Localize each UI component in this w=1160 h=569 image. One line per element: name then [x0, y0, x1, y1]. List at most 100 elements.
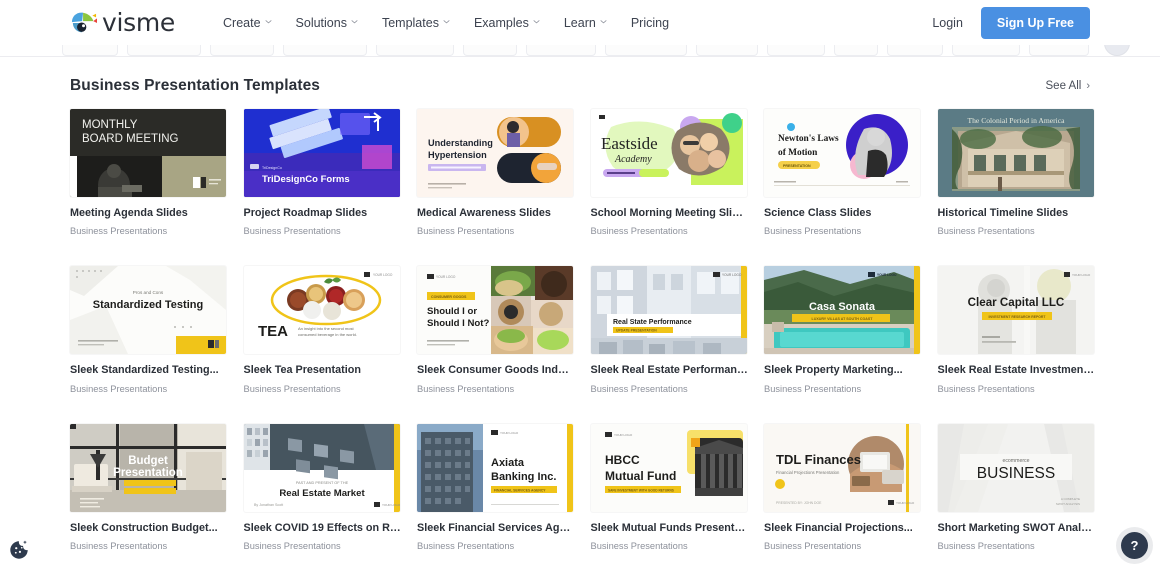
thumb-should-i-or-should-i-not: YOUR LOGO CONSUMER GOODS Should I or Sho…	[417, 266, 573, 354]
template-category: Business Presentations	[938, 226, 1096, 236]
svg-text:Banking Inc.: Banking Inc.	[491, 471, 556, 483]
brand-logo[interactable]: visme	[70, 0, 175, 45]
nav-item-pricing[interactable]: Pricing	[619, 10, 681, 36]
main-nav: Create Solutions Templates Examples Lear…	[211, 10, 681, 36]
see-all-label: See All	[1046, 80, 1082, 92]
filter-chip[interactable]	[1029, 45, 1089, 56]
template-card[interactable]: MONTHLY BOARD MEETING Meeting Agenda Sli…	[70, 109, 241, 236]
filter-chip[interactable]	[526, 45, 596, 56]
template-category: Business Presentations	[244, 384, 402, 394]
thumb-standardized-testing: Pros and Cons Standardized Testing	[70, 266, 226, 354]
template-category: Business Presentations	[244, 541, 402, 551]
thumb-eastside-academy: Eastside Academy	[591, 109, 747, 197]
nav-item-examples[interactable]: Examples	[462, 10, 552, 36]
template-thumbnail: The Colonial Period in America	[938, 109, 1094, 197]
template-title: Meeting Agenda Slides	[70, 207, 228, 220]
chevron-right-icon: ›	[1086, 80, 1090, 92]
svg-text:YOUR LOGO: YOUR LOGO	[614, 433, 633, 437]
svg-text:PRESENTATION: PRESENTATION	[783, 164, 811, 168]
thumb-understanding-hypertension: Understanding Hypertension	[417, 109, 573, 197]
filter-chip[interactable]	[463, 45, 517, 56]
svg-text:Newton's Laws: Newton's Laws	[778, 134, 839, 144]
template-card: Understanding Hypertension Medical Aware…	[417, 109, 588, 236]
filter-chip[interactable]	[696, 45, 758, 56]
svg-text:Standardized Testing: Standardized Testing	[93, 299, 203, 311]
site-header: visme Create Solutions Templates Example…	[0, 0, 1160, 45]
template-title: Sleek Construction Budget...	[70, 522, 228, 535]
svg-text:Mutual Fund: Mutual Fund	[605, 469, 676, 483]
thumb-budget-presentation: Budget Presentation	[70, 424, 226, 512]
filter-chip[interactable]	[376, 45, 454, 56]
template-card[interactable]: YOUR LOGO CONSUMER GOODS Should I or Sho…	[417, 266, 588, 393]
template-category: Business Presentations	[591, 226, 749, 236]
thumb-hbcc-mutual-fund: YOUR LOGO HBCC Mutual Fund SAFE INVESTME…	[591, 424, 747, 512]
svg-text:CONSUMER GOODS: CONSUMER GOODS	[431, 295, 467, 299]
chevron-right-circle-icon[interactable]	[1104, 45, 1130, 56]
template-title: Sleek Standardized Testing...	[70, 364, 228, 377]
thumb-monthly-board-meeting: MONTHLY BOARD MEETING	[70, 109, 226, 197]
help-button[interactable]: ?	[1121, 532, 1148, 559]
chevron-down-icon	[265, 18, 272, 25]
thumb-axiata-banking-inc: YOUR LOGO Axiata Banking Inc. FINANCIAL …	[417, 424, 573, 512]
template-thumbnail: Pros and Cons Standardized Testing	[70, 266, 226, 354]
thumb-casa-sonata: Casa Sonata LUXURY VILLAS AT SOUTH COAST…	[764, 266, 920, 354]
thumb-newtons-laws-of-motion: Newton's Laws of Motion PRESENTATION	[764, 109, 920, 197]
see-all-link[interactable]: See All ›	[1046, 80, 1090, 92]
filter-chip-list	[62, 45, 1130, 56]
template-title: Sleek Financial Projections...	[764, 522, 922, 535]
template-card[interactable]: YOUR LOGO TEA An insight into the second…	[244, 266, 415, 393]
nav-label: Templates	[382, 16, 439, 30]
sign-up-free-button[interactable]: Sign Up Free	[981, 7, 1090, 39]
filter-chip[interactable]	[952, 45, 1020, 56]
svg-text:YOUR LOGO: YOUR LOGO	[877, 273, 897, 277]
template-card[interactable]: YOUR LOGO HBCC Mutual Fund SAFE INVESTME…	[591, 424, 762, 551]
filter-chip[interactable]	[283, 45, 367, 56]
svg-text:TriDesignCo Forms: TriDesignCo Forms	[262, 174, 350, 185]
svg-text:Hypertension: Hypertension	[428, 150, 487, 160]
svg-text:TriDesignCo: TriDesignCo	[262, 166, 282, 170]
filter-chip[interactable]	[127, 45, 201, 56]
filter-chip[interactable]	[62, 45, 118, 56]
nav-item-solutions[interactable]: Solutions	[284, 10, 370, 36]
template-card[interactable]: Casa Sonata LUXURY VILLAS AT SOUTH COAST…	[764, 266, 935, 393]
page-title: Business Presentation Templates	[70, 77, 320, 95]
template-card[interactable]: YOUR LOGO Axiata Banking Inc. FINANCIAL …	[417, 424, 588, 551]
svg-text:YOUR LOGO: YOUR LOGO	[436, 275, 456, 279]
login-link[interactable]: Login	[922, 10, 973, 36]
svg-text:LUXURY VILLAS AT SOUTH COAST: LUXURY VILLAS AT SOUTH COAST	[812, 317, 874, 321]
filter-chip[interactable]	[767, 45, 825, 56]
template-title: Historical Timeline Slides	[938, 207, 1096, 220]
template-card[interactable]: Real State Performance UPDATE PRESENTATI…	[591, 266, 762, 393]
filter-chip[interactable]	[887, 45, 943, 56]
template-card[interactable]: PAST AND PRESENT OF THE Real Estate Mark…	[244, 424, 415, 551]
svg-text:PRESENTED BY: JOHN DOE: PRESENTED BY: JOHN DOE	[776, 501, 822, 505]
template-title: Sleek Real Estate Investment...	[938, 364, 1096, 377]
nav-item-learn[interactable]: Learn	[552, 10, 619, 36]
template-card[interactable]: Budget Presentation Sleek Construction B…	[70, 424, 241, 551]
nav-item-create[interactable]: Create	[211, 10, 284, 36]
template-card[interactable]: The Colonial Period in America Historica…	[938, 109, 1109, 236]
filter-chip[interactable]	[834, 45, 878, 56]
template-title: Sleek Property Marketing...	[764, 364, 922, 377]
svg-text:A COMPLETE: A COMPLETE	[1060, 497, 1079, 501]
svg-text:SAFE INVESTMENT WITH GOOD RETU: SAFE INVESTMENT WITH GOOD RETURNS	[608, 488, 674, 492]
cookie-consent-button[interactable]	[8, 539, 30, 561]
thumb-ecommerce-business: ecommerce BUSINESS A COMPLETE SWOT ANALY…	[938, 424, 1094, 512]
template-card[interactable]: Pros and Cons Standardized Testing Sleek…	[70, 266, 241, 393]
template-card[interactable]: TriDesignCo TriDesignCo Forms Project Ro…	[244, 109, 415, 236]
nav-item-templates[interactable]: Templates	[370, 10, 462, 36]
template-card[interactable]: Clear Capital LLC INVESTMENT RESEARCH RE…	[938, 266, 1109, 393]
svg-text:TDL Finances: TDL Finances	[776, 452, 861, 467]
template-title: Sleek Mutual Funds Presentation	[591, 522, 749, 535]
section-header: Business Presentation Templates See All …	[70, 77, 1090, 95]
template-title: Sleek Financial Services Agency...	[417, 522, 575, 535]
filter-chip[interactable]	[605, 45, 687, 56]
template-card[interactable]: ecommerce BUSINESS A COMPLETE SWOT ANALY…	[938, 424, 1109, 551]
filter-chip[interactable]	[210, 45, 274, 56]
svg-text:YOUR LOGO: YOUR LOGO	[722, 273, 742, 277]
template-card[interactable]: TDL Finances Financial Projections Prese…	[764, 424, 935, 551]
brand-name: visme	[102, 10, 175, 35]
template-card[interactable]: Eastside Academy School Morning Meeting …	[591, 109, 762, 236]
chevron-down-icon	[351, 18, 358, 25]
template-card[interactable]: Newton's Laws of Motion PRESENTATION Sci…	[764, 109, 935, 236]
